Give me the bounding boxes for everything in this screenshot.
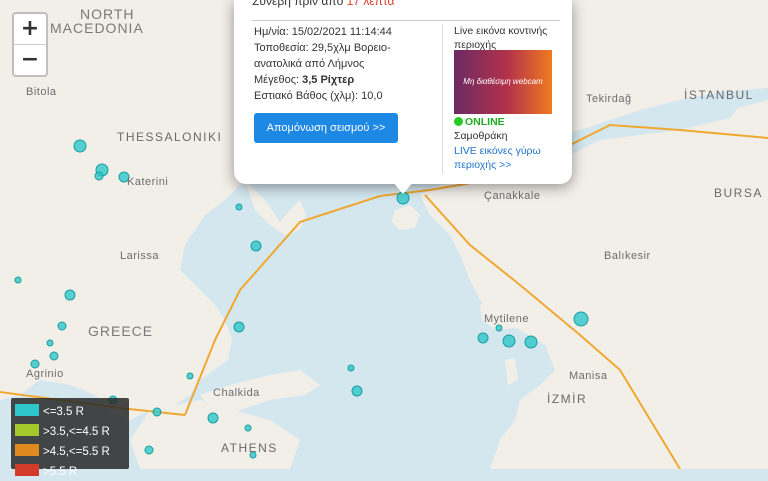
quake-marker (57, 321, 67, 331)
legend-label: >3.5,<=4.5 R (43, 426, 110, 438)
quake-magnitude: Μέγεθος: 3,5 Ρίχτερ (254, 72, 438, 88)
quake-location-line1: Τοποθεσία: 29,5χλμ Βορειο- (254, 42, 391, 54)
legend-swatch (15, 444, 39, 456)
live-title: Live εικόνα κοντινής περιοχής (454, 24, 564, 52)
quake-marker (495, 324, 503, 332)
zoom-out-button[interactable]: − (14, 44, 46, 75)
city-label: Mytilene (484, 313, 529, 325)
popup-tip (393, 182, 413, 194)
legend-swatch (15, 424, 39, 436)
country-label-macedonia: MACEDONIA (50, 20, 144, 36)
quake-marker (186, 372, 194, 380)
city-label: Agrinio (26, 368, 64, 380)
quake-marker (477, 332, 489, 344)
quake-marker (573, 311, 589, 327)
quake-marker (244, 424, 252, 432)
quake-marker (14, 276, 22, 284)
quake-marker (207, 412, 219, 424)
online-status: ONLINE (454, 116, 505, 128)
quake-marker (49, 351, 59, 361)
quake-marker (524, 335, 538, 349)
quake-marker (233, 321, 245, 333)
live-title-line1: Live εικόνα κοντινής (454, 25, 548, 37)
quake-marker (235, 203, 243, 211)
online-dot-icon (454, 117, 463, 126)
quake-marker (351, 385, 363, 397)
popup-header-prefix: Συνέβη πριν από (252, 0, 347, 8)
city-label: Larissa (120, 250, 159, 262)
legend-item: >5.5 R (15, 464, 77, 481)
country-label-greece: GREECE (88, 323, 154, 339)
quake-marker (152, 407, 162, 417)
webcam-place: Σαμοθράκη (454, 130, 508, 142)
quake-location-line2: ανατολικά από Λήμνος (254, 58, 365, 70)
zoom-in-button[interactable]: + (14, 14, 46, 44)
legend-label: >4.5,<=5.5 R (43, 446, 110, 458)
city-label: İZMİR (547, 392, 588, 406)
quake-marker (144, 445, 154, 455)
live-link-line1[interactable]: LIVE εικόνες γύρω (454, 144, 562, 158)
online-label: ONLINE (465, 116, 505, 128)
city-label: İSTANBUL (684, 88, 754, 102)
legend-label: >5.5 R (43, 466, 78, 478)
city-label: THESSALONIKI (117, 130, 223, 144)
quake-marker (502, 334, 516, 348)
popup-separator (442, 24, 443, 174)
quake-depth: Εστιακό Βάθος (χλμ): 10,0 (254, 90, 383, 102)
magnitude-legend: <=3.5 R >3.5,<=4.5 R >4.5,<=5.5 R >5.5 R (11, 398, 129, 478)
city-label: BURSA (714, 186, 763, 200)
city-label: Katerini (127, 176, 169, 188)
legend-item: <=3.5 R (15, 404, 84, 421)
popup-header: Συνέβη πριν από 17 λεπτά (252, 0, 394, 8)
live-link-line2[interactable]: περιοχής >> (454, 158, 562, 172)
quake-marker (73, 139, 87, 153)
city-label: Manisa (569, 370, 608, 382)
live-images-link[interactable]: LIVE εικόνες γύρω περιοχής >> (454, 144, 562, 172)
city-label: Chalkida (213, 387, 260, 399)
quake-marker (46, 339, 54, 347)
webcam-thumbnail[interactable]: Μη διαθέσιμη webcam (454, 50, 552, 114)
quake-marker (30, 359, 40, 369)
legend-swatch (15, 464, 39, 476)
city-label: Bitola (26, 86, 57, 98)
quake-marker (347, 364, 355, 372)
city-label: Tekirdağ (586, 93, 632, 105)
legend-label: <=3.5 R (43, 406, 84, 418)
quake-marker (250, 240, 262, 252)
magnitude-value: 3,5 Ρίχτερ (302, 74, 355, 86)
popup-header-time: 17 λεπτά (346, 0, 395, 8)
isolate-quake-button[interactable]: Απομόνωση σεισμού >> (254, 113, 398, 143)
magnitude-label: Μέγεθος: (254, 74, 303, 86)
legend-swatch (15, 404, 39, 416)
legend-item: >4.5,<=5.5 R (15, 444, 110, 461)
city-label: ATHENS (221, 441, 278, 455)
city-label: Balıkesir (604, 250, 651, 262)
popup-divider (252, 20, 560, 21)
city-label: Çanakkale (484, 190, 541, 202)
quake-marker (94, 171, 104, 181)
quake-marker (64, 289, 76, 301)
quake-datetime: Ημ/νία: 15/02/2021 11:14:44 (254, 26, 392, 38)
quake-details: Ημ/νία: 15/02/2021 11:14:44 Τοποθεσία: 2… (254, 24, 438, 104)
earthquake-popup: Συνέβη πριν από 17 λεπτά Ημ/νία: 15/02/2… (234, 0, 572, 184)
legend-item: >3.5,<=4.5 R (15, 424, 110, 441)
zoom-control: + − (12, 12, 48, 77)
